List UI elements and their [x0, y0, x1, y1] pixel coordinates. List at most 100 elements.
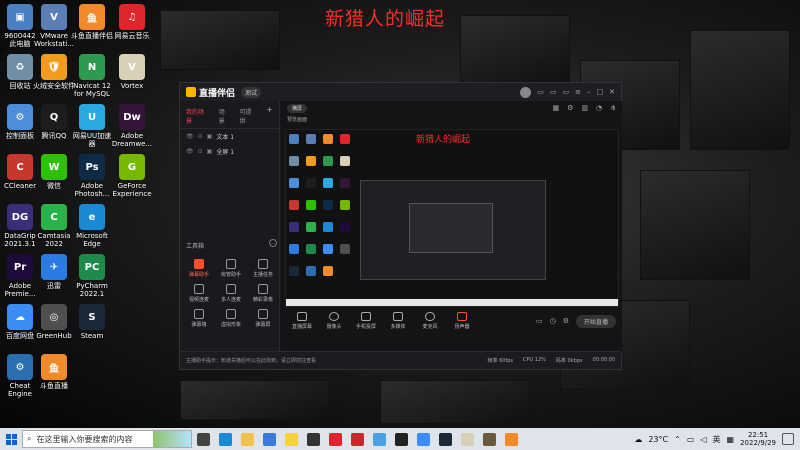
streaming-app-window[interactable]: 直播伴侣 测试 ▭ ▭ ▭ ≡ – □ ✕ 我的场景 场景 可提供 + 👁 ⊙ … — [179, 82, 622, 370]
desktop-icon[interactable]: 鱼斗鱼直播 — [29, 354, 79, 410]
desktop-icon[interactable]: S Steam — [67, 304, 117, 360]
app-badge[interactable]: 测试 — [241, 86, 262, 98]
minimize-icon[interactable]: – — [587, 88, 591, 96]
alienware-icon[interactable] — [302, 428, 324, 450]
toolbox-item[interactable]: 多人连麦 — [216, 284, 246, 303]
settings-icon[interactable]: ⚙ — [563, 317, 569, 325]
menu-icon[interactable]: ≡ — [575, 88, 581, 96]
file-explorer-icon[interactable] — [236, 428, 258, 450]
screen-capture-button[interactable]: 直播屏幕 — [287, 312, 317, 330]
phone-cast-button[interactable]: 手机投屏 — [351, 312, 381, 330]
clock-date: 2022/9/29 — [740, 439, 776, 447]
lock-icon[interactable]: ⊙ — [198, 133, 203, 140]
ime-icon[interactable]: ▦ — [727, 435, 735, 444]
qq-taskbar-icon[interactable] — [390, 428, 412, 450]
schedule-icon[interactable]: ◷ — [550, 317, 556, 325]
eye-icon[interactable]: 👁 — [186, 148, 194, 155]
start-live-button[interactable]: 开始直播 — [575, 314, 616, 328]
gift-icon[interactable]: ▭ — [550, 88, 557, 96]
preview-navicat-icon — [323, 156, 333, 166]
desktop-icon-label: GeForce Experience — [112, 182, 152, 198]
desktop: 新猎人的崛起 ▣ 9600442 此电脑 V VMware Workstati... 鱼… — [0, 0, 800, 428]
close-icon[interactable]: ✕ — [609, 88, 615, 96]
add-source-button[interactable]: + — [266, 106, 273, 125]
app-titlebar[interactable]: 直播伴侣 测试 ▭ ▭ ▭ ≡ – □ ✕ — [180, 83, 621, 101]
microphone-button[interactable]: 麦克风 — [415, 312, 445, 330]
maximize-icon[interactable]: □ — [597, 88, 604, 96]
vortex-taskbar-icon[interactable] — [456, 428, 478, 450]
tray-expand-icon[interactable]: ⌃ — [674, 435, 681, 444]
edge-taskbar-icon[interactable] — [214, 428, 236, 450]
toolbox-item[interactable]: 精彩录像 — [248, 284, 278, 303]
steam-taskbar-icon[interactable] — [434, 428, 456, 450]
toolbox-item[interactable]: 房管助手 — [216, 259, 246, 278]
grid-icon[interactable]: ▥ — [581, 104, 588, 112]
start-button[interactable] — [0, 428, 22, 450]
source-item[interactable]: 👁 ⊙ ▣ 文本 1 — [180, 129, 279, 144]
settings-icon[interactable]: ⚙ — [567, 104, 573, 112]
tab-scenes[interactable]: 场景 — [219, 107, 231, 125]
notification-icon[interactable] — [782, 433, 794, 445]
desktop-icon[interactable]: e Microsoft Edge — [67, 204, 117, 260]
toolbox-item[interactable]: 弹幕墙 — [184, 309, 214, 328]
toolbox-more-button[interactable]: … — [269, 239, 277, 247]
desktop-icon[interactable]: G GeForce Experience — [107, 154, 157, 210]
orientation-pill[interactable]: 横屏 — [287, 103, 308, 113]
baidu-taskbar-icon[interactable] — [412, 428, 434, 450]
toolbox-item[interactable]: 弹幕屏 — [248, 309, 278, 328]
volume-icon[interactable]: ◁ — [700, 435, 706, 444]
tab-available[interactable]: 可提供 — [240, 107, 258, 125]
preview-edge-icon — [323, 222, 333, 232]
taskbar-search-box[interactable]: ⌕ 在这里输入你要搜索的内容 — [22, 430, 192, 448]
desktop-icon[interactable]: PC PyCharm 2022.1 — [67, 254, 117, 310]
preview-recycle-bin-icon — [289, 156, 299, 166]
share-icon[interactable]: ▭ — [563, 88, 570, 96]
app-title: 直播伴侣 — [199, 88, 236, 99]
record-icon[interactable]: ▭ — [536, 317, 543, 325]
message-icon[interactable]: ▭ — [537, 88, 544, 96]
share-icon[interactable]: ⋔ — [610, 104, 616, 112]
desktop-icon[interactable]: V Vortex — [107, 54, 157, 110]
source-item[interactable]: 👁 ⊙ ▣ 全屏 1 — [180, 144, 279, 159]
douyu-taskbar-icon[interactable] — [500, 428, 522, 450]
taskbar-app-glyph — [438, 432, 452, 446]
game-icon[interactable] — [478, 428, 500, 450]
speaker-button[interactable]: 扬声器 — [447, 312, 477, 330]
tool-label: 主播任务 — [252, 272, 273, 278]
layout-icon[interactable]: ▦ — [552, 104, 559, 112]
tab-my-scenes[interactable]: 我的场景 — [186, 107, 210, 125]
sticky-notes-icon[interactable] — [280, 428, 302, 450]
speaker-icon — [457, 312, 467, 321]
avatar[interactable] — [520, 86, 532, 98]
toolbox-item[interactable]: 主播任务 — [248, 259, 278, 278]
music-icon[interactable] — [324, 428, 346, 450]
stream-preview[interactable]: 新猎人的崛起 — [285, 129, 619, 307]
stream-overlay-title: 新猎人的崛起 — [324, 8, 445, 30]
bg-tile — [160, 10, 280, 70]
task-view-icon[interactable] — [192, 428, 214, 450]
browser-icon[interactable] — [368, 428, 390, 450]
toolbox-item[interactable]: 虚拟形象 — [216, 309, 246, 328]
lock-icon[interactable]: ⊙ — [198, 148, 203, 155]
toolbox-item[interactable]: 弹幕助手 — [184, 259, 214, 278]
window-controls: ▭ ▭ ▭ ≡ – □ ✕ — [520, 86, 615, 98]
weather-temp[interactable]: 23°C — [648, 435, 668, 444]
clock[interactable]: 22:51 2022/9/29 — [740, 431, 776, 447]
camera-button[interactable]: 摄像头 — [319, 312, 349, 330]
network-icon[interactable]: ▭ — [687, 435, 695, 444]
media-button[interactable]: 多媒体 — [383, 312, 413, 330]
preview-taskbar — [286, 299, 618, 306]
desktop-icon[interactable]: Dw Adobe Dreamwe... — [107, 104, 157, 160]
mail-icon[interactable] — [258, 428, 280, 450]
eye-icon[interactable]: 👁 — [186, 133, 194, 140]
weather-icon[interactable]: ☁ — [634, 435, 642, 444]
input-language[interactable]: 英 — [713, 434, 721, 445]
bg-tile — [640, 170, 750, 280]
tool-icon — [226, 284, 236, 294]
dreamweaver-icon: Dw — [119, 104, 145, 130]
netease-taskbar-icon[interactable] — [346, 428, 368, 450]
toolbox-item[interactable]: 视频连麦 — [184, 284, 214, 303]
bell-icon[interactable]: ◔ — [596, 104, 602, 112]
desktop-icon[interactable]: ♫ 网易云音乐 — [107, 4, 157, 60]
taskbar-app-glyph — [240, 432, 254, 446]
